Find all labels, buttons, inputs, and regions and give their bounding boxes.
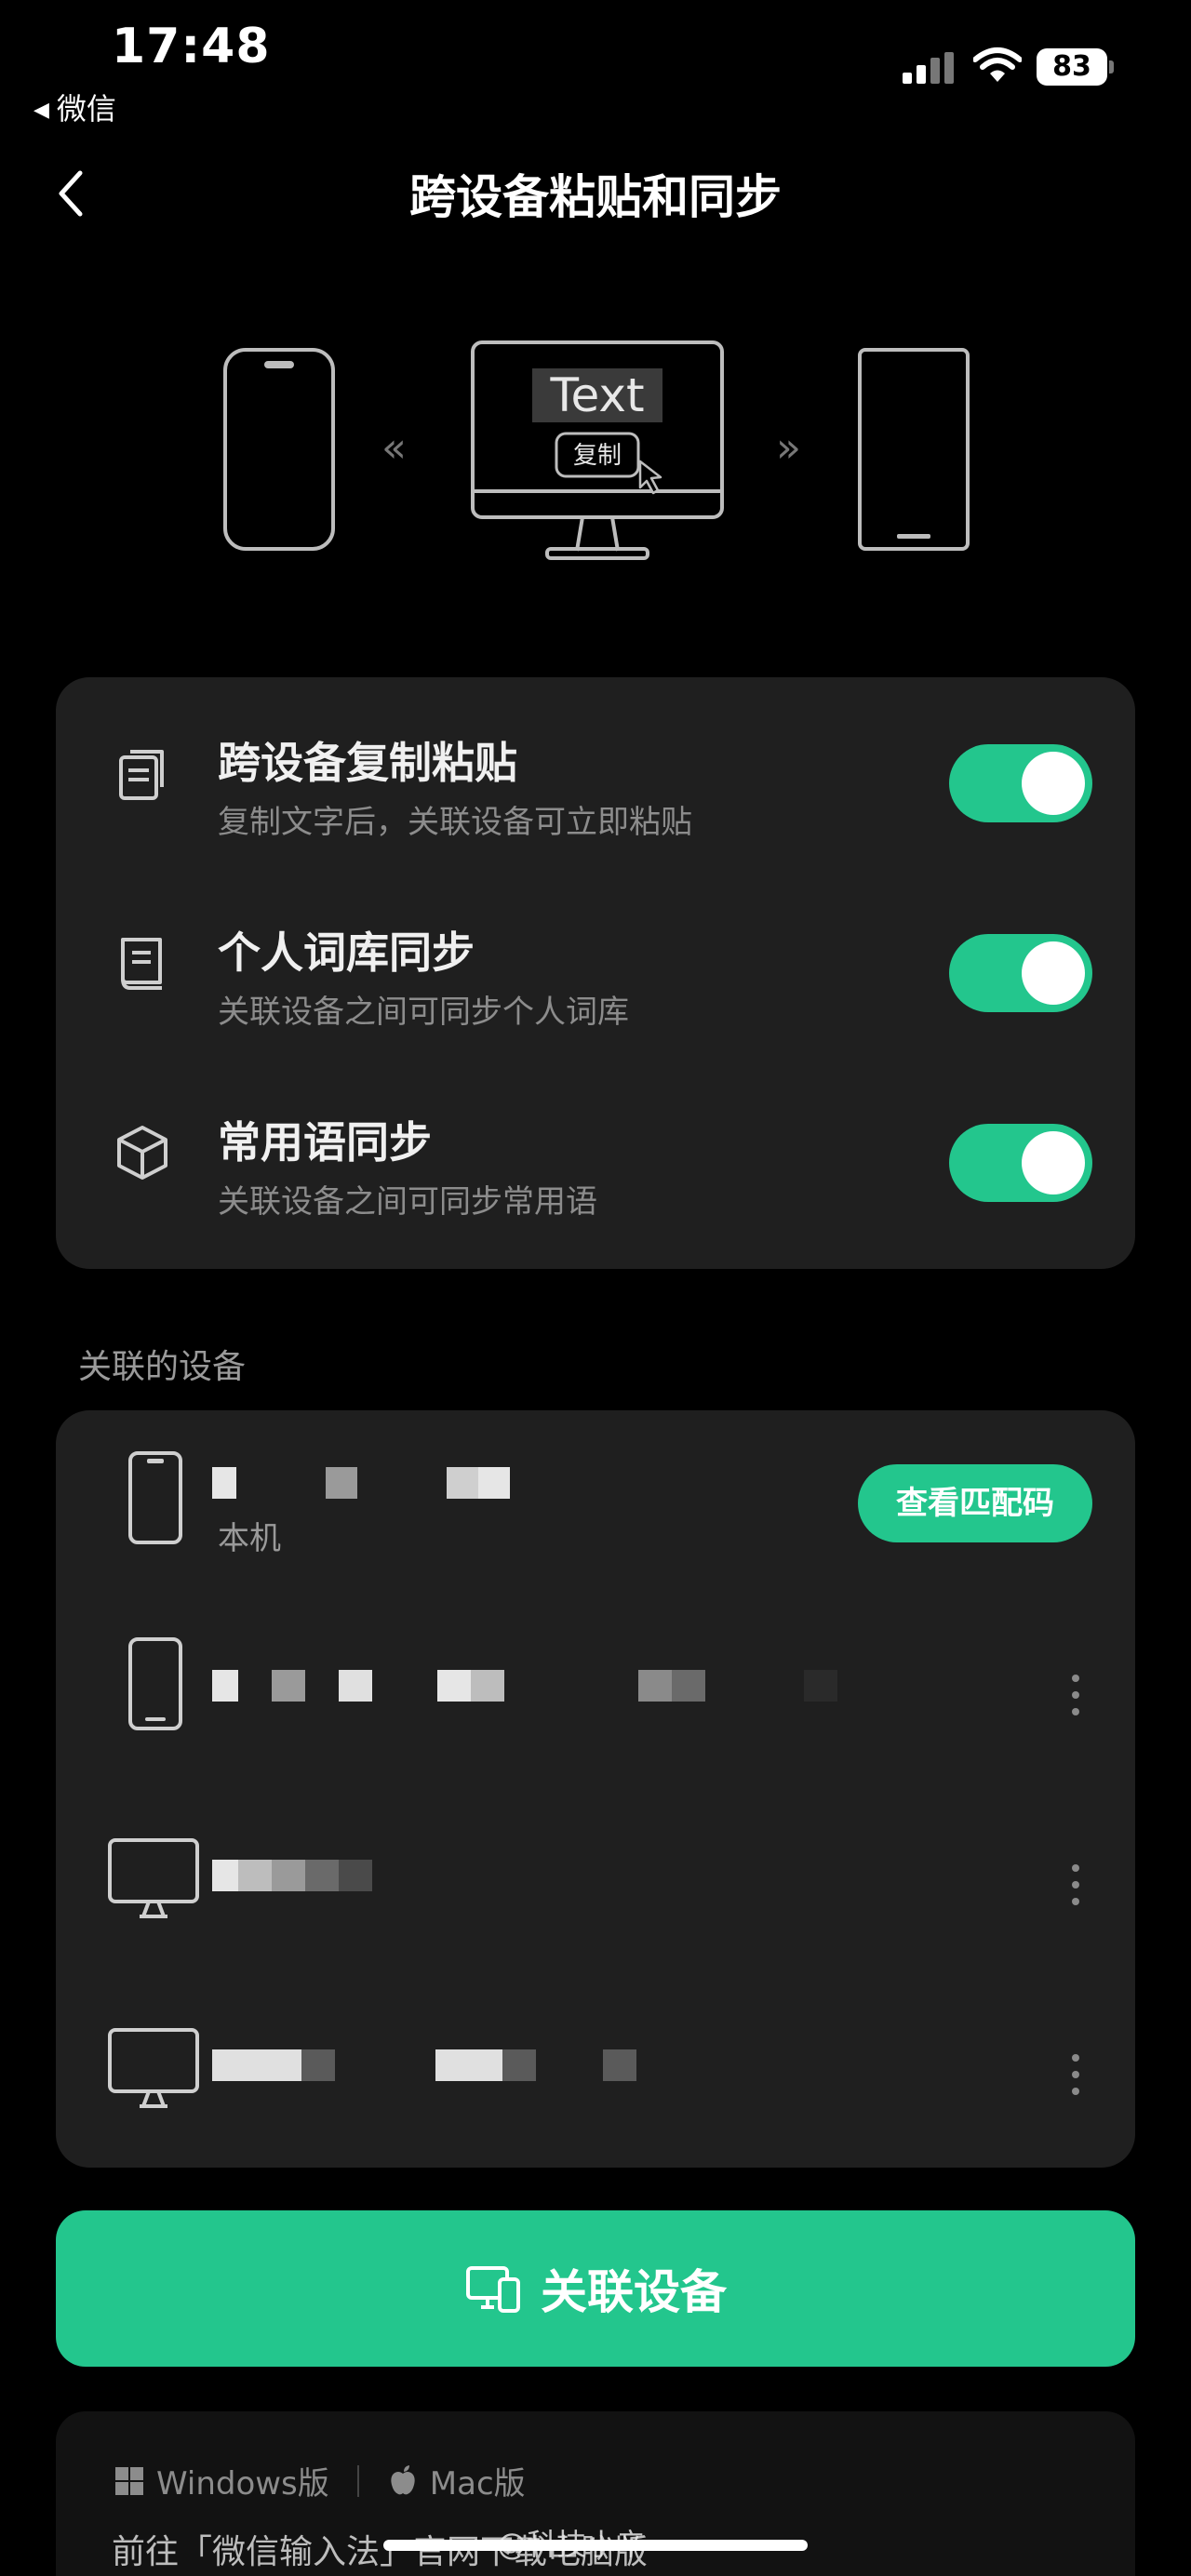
illustration-copy-label: 复制 bbox=[573, 442, 622, 470]
windows-icon bbox=[115, 2466, 143, 2495]
back-to-app-link[interactable]: ◀ 微信 bbox=[33, 86, 116, 128]
view-pair-code-button[interactable]: 查看匹配码 bbox=[858, 1464, 1092, 1542]
sync-settings-card: 跨设备复制粘贴 复制文字后，关联设备可立即粘贴 个人词库同步 关联设备之间可同步… bbox=[56, 677, 1135, 1269]
link-device-button[interactable]: 关联设备 bbox=[56, 2210, 1135, 2367]
mac-label: Mac版 bbox=[429, 2465, 526, 2503]
windows-label: Windows版 bbox=[156, 2465, 329, 2503]
cellular-signal-icon bbox=[903, 52, 955, 84]
device-more-button[interactable] bbox=[1061, 2054, 1089, 2110]
common-phrases-toggle[interactable] bbox=[949, 1124, 1092, 1202]
status-bar: 17:48 ◀ 微信 83 bbox=[0, 0, 1191, 130]
device-more-button[interactable] bbox=[1061, 1675, 1089, 1730]
setting-title: 个人词库同步 bbox=[218, 928, 475, 978]
phone-icon bbox=[128, 1451, 182, 1544]
device-name-redacted bbox=[212, 2045, 636, 2086]
device-row-this-device: 本机 查看匹配码 bbox=[56, 1410, 1135, 1600]
device-name-redacted bbox=[212, 1665, 837, 1706]
cross-device-copy-toggle[interactable] bbox=[949, 744, 1092, 822]
back-triangle-icon: ◀ bbox=[33, 99, 49, 122]
linked-devices-card: 本机 查看匹配码 bbox=[56, 1410, 1135, 2168]
status-time: 17:48 bbox=[112, 19, 271, 74]
link-device-label: 关联设备 bbox=[541, 2265, 727, 2319]
setting-desc: 复制文字后，关联设备可立即粘贴 bbox=[218, 804, 692, 841]
apple-icon bbox=[391, 2464, 415, 2494]
phone-icon bbox=[128, 1637, 182, 1730]
setting-desc: 关联设备之间可同步个人词库 bbox=[218, 994, 629, 1031]
page-title: 跨设备粘贴和同步 bbox=[409, 170, 782, 224]
setting-desc: 关联设备之间可同步常用语 bbox=[218, 1183, 597, 1221]
device-name-redacted bbox=[212, 1855, 372, 1896]
devices-icon bbox=[466, 2266, 520, 2313]
setting-row-personal-dictionary: 个人词库同步 关联设备之间可同步个人词库 bbox=[56, 867, 1135, 1057]
personal-dictionary-toggle[interactable] bbox=[949, 934, 1092, 1012]
platform-row: Windows版 Mac版 bbox=[114, 2458, 526, 2503]
battery-indicator: 83 bbox=[1037, 48, 1115, 86]
setting-row-cross-device-copy: 跨设备复制粘贴 复制文字后，关联设备可立即粘贴 bbox=[56, 677, 1135, 867]
book-icon bbox=[121, 938, 162, 990]
this-device-label: 本机 bbox=[218, 1520, 281, 1557]
device-more-button[interactable] bbox=[1061, 1864, 1089, 1920]
device-row bbox=[56, 1790, 1135, 1980]
home-indicator[interactable] bbox=[383, 2540, 808, 2551]
cube-icon bbox=[117, 1126, 167, 1180]
setting-title: 常用语同步 bbox=[218, 1117, 432, 1168]
svg-text:»: » bbox=[776, 424, 801, 472]
svg-text:«: « bbox=[381, 424, 407, 472]
battery-level: 83 bbox=[1037, 48, 1107, 86]
monitor-icon bbox=[108, 2028, 199, 2108]
device-row bbox=[56, 1980, 1135, 2169]
back-app-label: 微信 bbox=[56, 91, 116, 127]
device-row bbox=[56, 1600, 1135, 1790]
monitor-icon bbox=[108, 1838, 199, 1918]
illustration-sample-text: Text bbox=[549, 368, 644, 422]
setting-row-common-phrases: 常用语同步 关联设备之间可同步常用语 bbox=[56, 1057, 1135, 1247]
wifi-icon bbox=[973, 47, 1022, 82]
sync-illustration: « » Text 复制 bbox=[167, 279, 1024, 614]
sync-illustration-graphic: « » Text 复制 bbox=[223, 340, 970, 560]
linked-devices-heading: 关联的设备 bbox=[78, 1348, 247, 1386]
clipboard-copy-icon bbox=[119, 750, 164, 800]
setting-title: 跨设备复制粘贴 bbox=[218, 738, 517, 788]
device-name-redacted bbox=[212, 1462, 510, 1503]
